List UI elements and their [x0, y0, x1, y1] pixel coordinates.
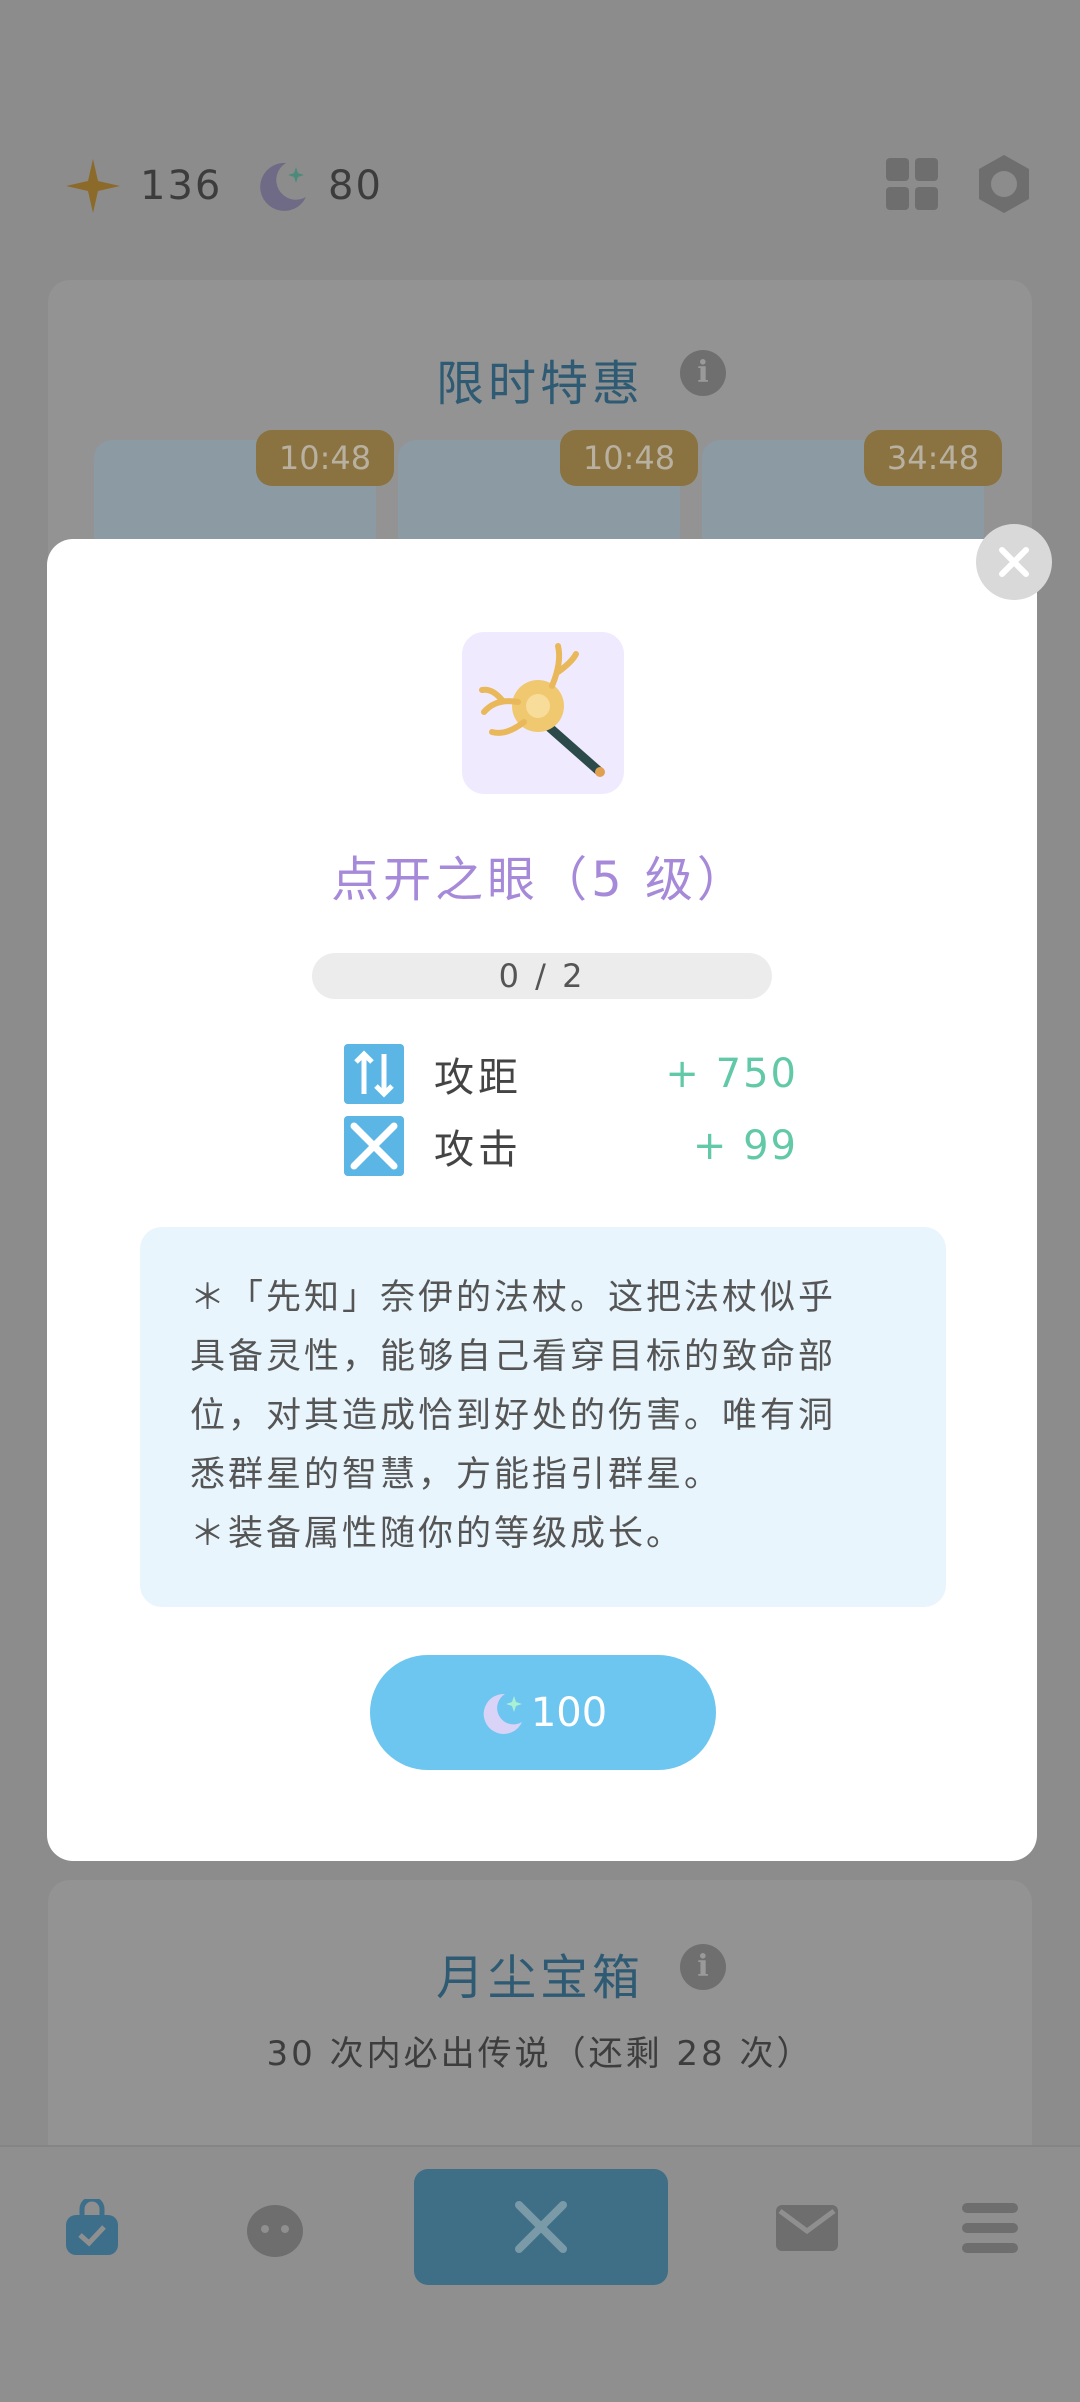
limited-offer-title: 限时特惠	[435, 356, 644, 412]
description-line: ＊装备属性随你的等级成长。	[190, 1514, 685, 1554]
moondust-currency: 80	[256, 156, 383, 216]
star-icon	[66, 159, 120, 213]
chest-info-icon[interactable]: i	[680, 1944, 726, 1990]
range-arrows-icon	[344, 1044, 404, 1104]
moondust-count: 80	[328, 163, 383, 209]
stat-label-attack: 攻击	[434, 1127, 522, 1173]
stat-label-range: 攻距	[434, 1055, 522, 1101]
chest-title: 月尘宝箱	[435, 1950, 644, 2006]
bag-icon[interactable]	[62, 2199, 122, 2259]
chest-subtitle: 30 次内必出传说（还剩 28 次）	[266, 2034, 814, 2074]
star-currency: 136	[64, 156, 222, 216]
moon-icon	[260, 162, 306, 211]
offer-timer-3: 34:48	[864, 430, 1002, 486]
stat-row-attack: 攻击 + 99	[344, 1116, 798, 1176]
progress-label: 0 / 2	[498, 957, 586, 995]
hamburger-menu-icon[interactable]	[962, 2203, 1018, 2253]
description-line: 位，对其造成恰到好处的伤害。唯有洞	[190, 1396, 837, 1436]
item-image	[462, 632, 624, 794]
stat-row-range: 攻距 + 750	[344, 1044, 798, 1104]
offer-timer-1: 10:48	[256, 430, 394, 486]
star-count: 136	[140, 163, 223, 209]
description-line: 具备灵性，能够自己看穿目标的致命部	[190, 1337, 837, 1377]
info-icon[interactable]: i	[680, 350, 726, 396]
mail-icon[interactable]	[776, 2205, 838, 2251]
offer-timer-2: 10:48	[560, 430, 698, 486]
item-description: ＊「先知」奈伊的法杖。这把法杖似乎 具备灵性，能够自己看穿目标的致命部 位，对其…	[140, 1227, 946, 1607]
crossed-swords-icon	[344, 1116, 404, 1176]
description-line: ＊「先知」奈伊的法杖。这把法杖似乎	[190, 1278, 837, 1318]
settings-hexagon-icon[interactable]	[972, 152, 1036, 216]
close-icon	[999, 547, 1029, 577]
crossed-swords-nav-icon	[515, 2201, 567, 2253]
bottom-nav	[0, 2145, 1080, 2402]
description-line: 悉群星的智慧，方能指引群星。	[190, 1455, 723, 1495]
character-icon[interactable]	[238, 2199, 312, 2259]
stat-value-attack: + 99	[692, 1123, 798, 1169]
staff-icon	[479, 643, 605, 777]
item-title: 点开之眼（5 级）	[331, 852, 749, 908]
moon-currency-icon	[483, 1693, 522, 1734]
close-button[interactable]	[976, 524, 1052, 600]
price-label: 100	[530, 1689, 608, 1736]
top-bar: 136 80	[0, 0, 1080, 270]
buy-button[interactable]: 100	[370, 1655, 716, 1770]
stat-value-range: + 750	[665, 1051, 798, 1097]
grid-menu-icon[interactable]	[884, 156, 940, 212]
moondust-chest-card: 月尘宝箱 i 30 次内必出传说（还剩 28 次）	[48, 1880, 1032, 2180]
upgrade-progress: 0 / 2	[312, 953, 772, 999]
battle-tab-button[interactable]	[414, 2169, 668, 2285]
